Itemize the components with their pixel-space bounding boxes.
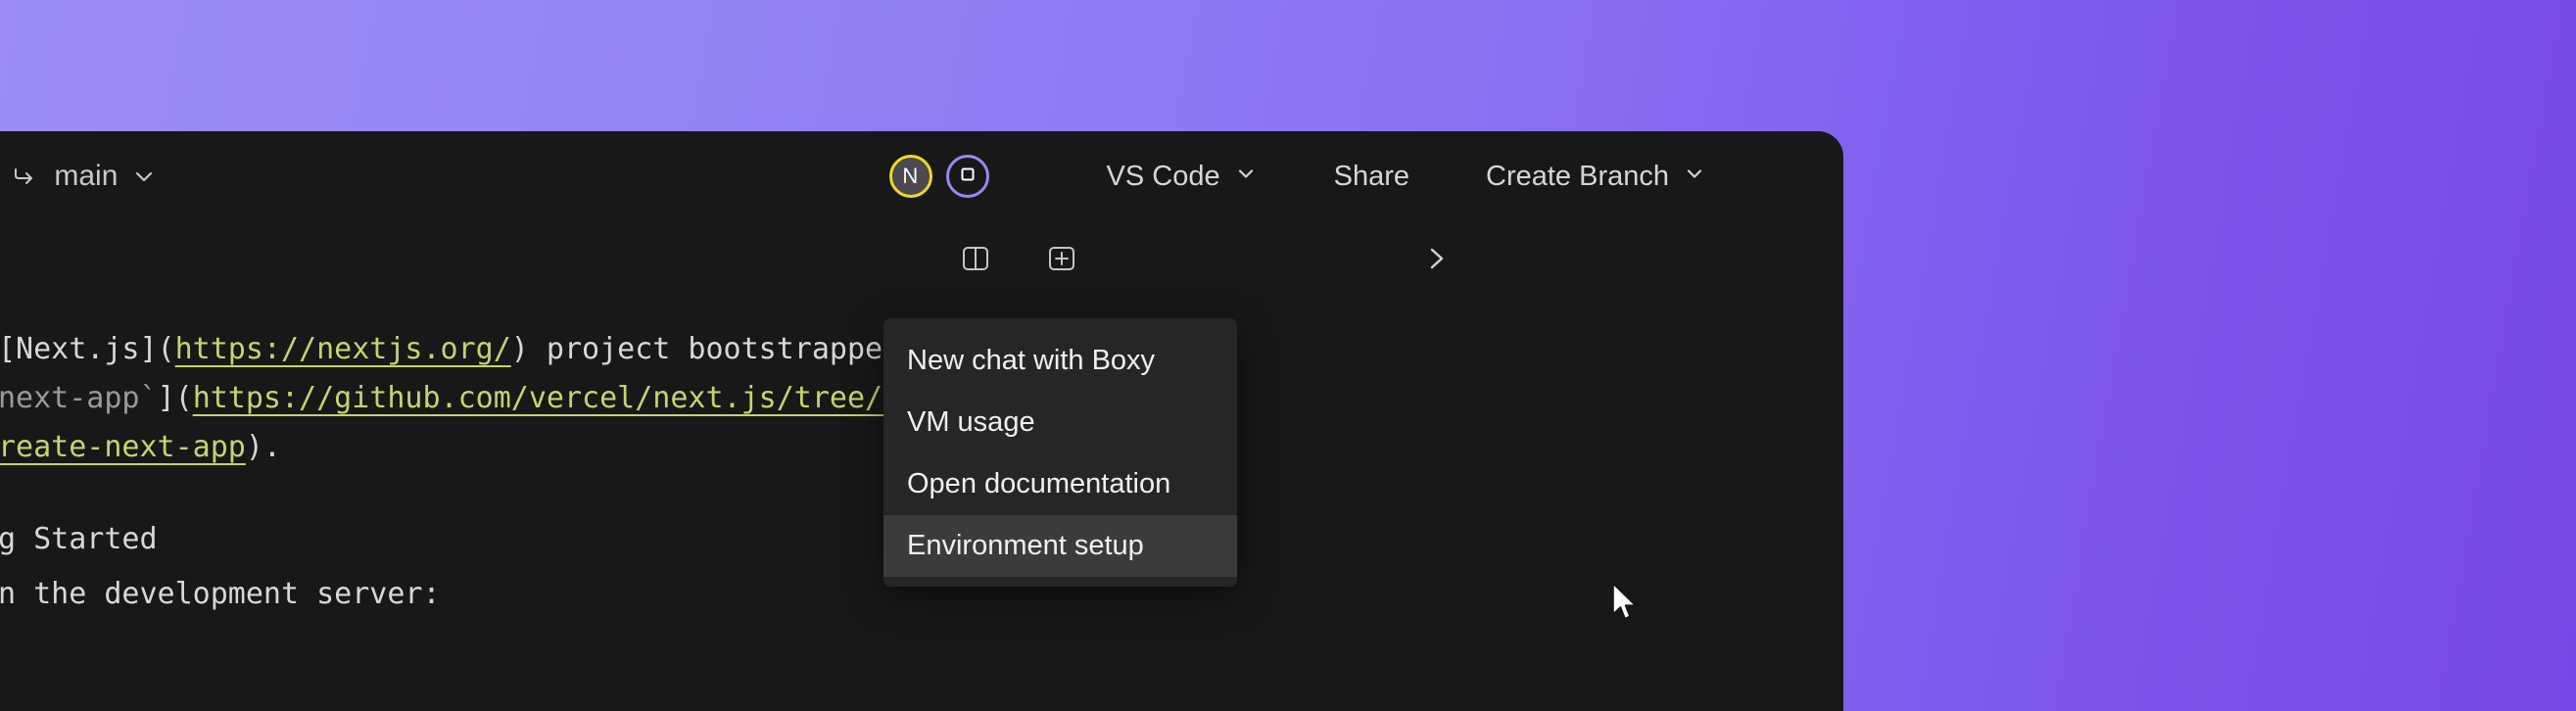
- window-header: osite main N: [0, 131, 1843, 221]
- markdown-text: ).: [246, 430, 281, 464]
- markdown-line: n the development server:: [0, 570, 441, 619]
- menu-item-vm-usage[interactable]: VM usage: [883, 392, 1237, 453]
- vs-code-button-label: VS Code: [1107, 161, 1220, 193]
- markdown-link[interactable]: https://nextjs.org/: [175, 332, 511, 366]
- vs-code-button[interactable]: VS Code: [1083, 161, 1281, 193]
- markdown-line: next-app`](https://github.com/vercel/nex…: [0, 374, 935, 423]
- user-avatar-initial: N: [902, 164, 918, 189]
- chevron-down-icon[interactable]: [131, 164, 157, 189]
- markdown-text: ) project bootstrapped: [511, 332, 918, 366]
- markdown-code: next-app`: [0, 381, 158, 415]
- context-menu: New chat with Boxy VM usage Open documen…: [883, 318, 1237, 587]
- header-right-group: N VS Code: [889, 155, 1843, 198]
- chevron-down-icon: [1234, 161, 1258, 193]
- avatar-group: N: [889, 155, 989, 198]
- markdown-line: reate-next-app).: [0, 423, 281, 472]
- menu-item-label: Open documentation: [907, 468, 1170, 500]
- menu-item-label: VM usage: [907, 406, 1035, 439]
- markdown-line: [Next.js](https://nextjs.org/) project b…: [0, 325, 918, 374]
- panel-toolbar: [0, 221, 1843, 296]
- markdown-heading: g Started: [0, 515, 158, 564]
- screen: osite main N: [0, 0, 2576, 711]
- share-button-label: Share: [1334, 161, 1409, 193]
- split-panel-icon[interactable]: [954, 237, 997, 280]
- breadcrumb[interactable]: osite main: [0, 160, 157, 193]
- create-branch-button[interactable]: Create Branch: [1462, 161, 1730, 193]
- chevron-down-icon: [1683, 161, 1706, 193]
- menu-item-label: Environment setup: [907, 530, 1144, 562]
- create-branch-button-label: Create Branch: [1486, 161, 1669, 193]
- menu-item-open-documentation[interactable]: Open documentation: [883, 453, 1237, 515]
- menu-item-environment-setup[interactable]: Environment setup: [883, 515, 1237, 577]
- share-button[interactable]: Share: [1311, 161, 1433, 193]
- breadcrumb-branch-name[interactable]: main: [54, 160, 118, 193]
- markdown-link[interactable]: reate-next-app: [0, 430, 246, 464]
- square-icon: [957, 164, 978, 190]
- plus-square-icon[interactable]: [1040, 237, 1083, 280]
- chevron-right-icon[interactable]: [1414, 237, 1457, 280]
- menu-item-label: New chat with Boxy: [907, 345, 1155, 377]
- app-avatar[interactable]: [946, 155, 989, 198]
- markdown-text: ](: [158, 381, 193, 415]
- menu-item-new-chat[interactable]: New chat with Boxy: [883, 330, 1237, 392]
- user-avatar[interactable]: N: [889, 155, 932, 198]
- branch-icon: [11, 162, 40, 191]
- markdown-link[interactable]: https://github.com/vercel/next.js/tree/c…: [193, 381, 936, 415]
- markdown-text: [Next.js](: [0, 332, 175, 366]
